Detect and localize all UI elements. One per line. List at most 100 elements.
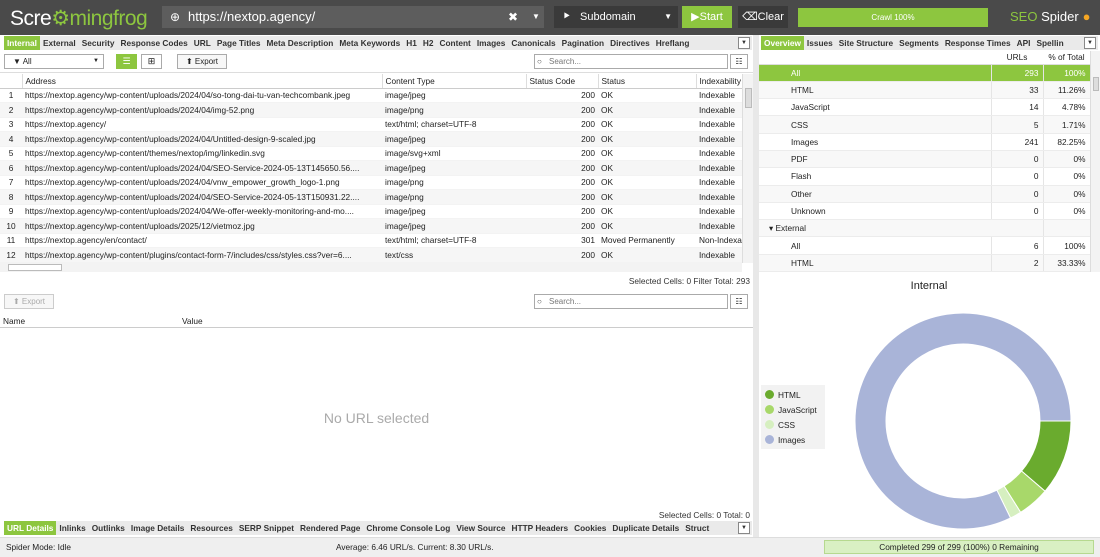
tab-struct[interactable]: Struct <box>682 521 712 535</box>
tab-meta-keywords[interactable]: Meta Keywords <box>336 36 403 50</box>
tab-response-times[interactable]: Response Times <box>942 36 1014 50</box>
tab-page-titles[interactable]: Page Titles <box>214 36 264 50</box>
tab-overview[interactable]: Overview <box>761 36 804 50</box>
more-tabs-icon[interactable]: ▼ <box>738 37 750 49</box>
tab-issues[interactable]: Issues <box>804 36 836 50</box>
horizontal-scrollbar[interactable] <box>0 263 742 272</box>
overview-row[interactable]: Flash 0 0% <box>759 167 1091 186</box>
tab-site-structure[interactable]: Site Structure <box>836 36 896 50</box>
table-row[interactable]: 10 https://nextop.agency/wp-content/uploa… <box>0 218 742 234</box>
url-input[interactable]: ⊕ https://nextop.agency/ ✖ <box>162 6 528 28</box>
tab-outlinks[interactable]: Outlinks <box>89 521 128 535</box>
crawl-speed: Average: 6.46 URL/s. Current: 8.30 URL/s… <box>336 542 494 552</box>
tab-serp-snippet[interactable]: SERP Snippet <box>236 521 297 535</box>
overview-row[interactable]: Unknown 0 0% <box>759 202 1091 221</box>
column-header[interactable] <box>0 74 23 89</box>
tab-segments[interactable]: Segments <box>896 36 942 50</box>
notification-icon[interactable]: ● <box>1083 9 1091 24</box>
tab-rendered-page[interactable]: Rendered Page <box>297 521 363 535</box>
tab-internal[interactable]: Internal <box>4 36 40 50</box>
table-row[interactable]: 8 https://nextop.agency/wp-content/upload… <box>0 189 742 205</box>
table-row[interactable]: 3 https://nextop.agency/text/html; charse… <box>0 117 742 132</box>
tab-image-details[interactable]: Image Details <box>128 521 188 535</box>
overview-row[interactable]: Other 0 0% <box>759 185 1091 203</box>
table-cell: 10 <box>0 218 22 234</box>
tab-spellin[interactable]: Spellin <box>1033 36 1066 50</box>
overview-row[interactable]: ▾ External <box>759 219 1091 238</box>
overview-label: HTML <box>759 254 992 273</box>
tab-url[interactable]: URL <box>191 36 214 50</box>
overview-row[interactable]: HTML 2 33.33% <box>759 254 1091 273</box>
tab-chrome-console-log[interactable]: Chrome Console Log <box>363 521 453 535</box>
overview-row[interactable]: PDF 0 0% <box>759 150 1091 169</box>
table-row[interactable]: 12 https://nextop.agency/wp-content/plugi… <box>0 247 742 263</box>
tab-url-details[interactable]: URL Details <box>4 521 57 535</box>
table-cell: image/svg+xml <box>382 146 526 161</box>
tab-content[interactable]: Content <box>436 36 473 50</box>
tab-external[interactable]: External <box>40 36 79 50</box>
table-row[interactable]: 4 https://nextop.agency/wp-content/upload… <box>0 131 742 147</box>
tab-h2[interactable]: H2 <box>420 36 437 50</box>
tab-directives[interactable]: Directives <box>607 36 653 50</box>
tab-resources[interactable]: Resources <box>187 521 235 535</box>
table-row[interactable]: 6 https://nextop.agency/wp-content/upload… <box>0 160 742 176</box>
table-cell: image/jpeg <box>382 131 526 147</box>
list-view-button[interactable]: ☰ <box>116 54 137 69</box>
chevron-down-icon: ▼ <box>93 58 99 64</box>
detail-table: Name Value No URL selected <box>0 314 753 509</box>
detail-search-input[interactable]: ○ Search... <box>534 294 728 309</box>
overview-row[interactable]: All 6 100% <box>759 236 1091 255</box>
overview-row[interactable]: Images 241 82.25% <box>759 133 1091 151</box>
tab-hreflang[interactable]: Hreflang <box>653 36 693 50</box>
scroll-thumb[interactable] <box>8 264 62 271</box>
tab-security[interactable]: Security <box>79 36 118 50</box>
crawl-mode-select[interactable]: ⯈ Subdomain ▼ <box>554 6 678 28</box>
tab-h1[interactable]: H1 <box>403 36 420 50</box>
tab-response-codes[interactable]: Response Codes <box>117 36 190 50</box>
url-history-dropdown[interactable]: ▼ <box>528 6 544 28</box>
detail-search-options-icon[interactable]: ☷ <box>730 294 748 309</box>
more-tabs-icon[interactable]: ▼ <box>1084 37 1096 49</box>
column-header[interactable]: Status Code <box>526 74 599 89</box>
start-button[interactable]: ▶Start <box>682 6 732 28</box>
overview-urls: 241 <box>991 133 1044 151</box>
more-tabs-icon[interactable]: ▼ <box>738 522 750 534</box>
table-cell: Indexable <box>696 131 742 147</box>
tab-images[interactable]: Images <box>474 36 509 50</box>
overview-row[interactable]: HTML 33 11.26% <box>759 81 1091 100</box>
tab-api[interactable]: API <box>1014 36 1034 50</box>
tab-view-source[interactable]: View Source <box>453 521 508 535</box>
tab-duplicate-details[interactable]: Duplicate Details <box>609 521 682 535</box>
detail-export-button[interactable]: ⬆ Export <box>4 294 54 309</box>
tab-meta-description[interactable]: Meta Description <box>264 36 337 50</box>
column-header[interactable]: Address <box>22 74 383 89</box>
table-row[interactable]: 7 https://nextop.agency/wp-content/upload… <box>0 175 742 190</box>
search-input[interactable]: ○ Search... <box>534 54 728 69</box>
tab-pagination[interactable]: Pagination <box>559 36 607 50</box>
clear-url-icon[interactable]: ✖ <box>502 6 524 28</box>
table-row[interactable]: 5 https://nextop.agency/wp-content/themes… <box>0 146 742 161</box>
vertical-scrollbar[interactable] <box>742 74 753 263</box>
overview-urls: 5 <box>991 115 1044 134</box>
clear-button[interactable]: ⌫Clear <box>738 6 788 28</box>
export-button[interactable]: ⬆ Export <box>177 54 227 69</box>
tab-inlinks[interactable]: Inlinks <box>56 521 88 535</box>
table-row[interactable]: 1 https://nextop.agency/wp-content/upload… <box>0 88 742 103</box>
search-options-icon[interactable]: ☷ <box>730 54 748 69</box>
table-row[interactable]: 9 https://nextop.agency/wp-content/upload… <box>0 204 742 219</box>
overview-scrollbar[interactable] <box>1090 51 1100 272</box>
table-row[interactable]: 2 https://nextop.agency/wp-content/upload… <box>0 102 742 118</box>
tab-canonicals[interactable]: Canonicals <box>508 36 558 50</box>
filter-dropdown[interactable]: ▼ All ▼ <box>4 54 104 69</box>
overview-row[interactable]: All 293 100% <box>759 64 1091 82</box>
column-header[interactable]: Content Type <box>382 74 527 89</box>
column-header[interactable]: Status <box>598 74 697 89</box>
overview-row[interactable]: CSS 5 1.71% <box>759 115 1091 134</box>
overview-row[interactable]: JavaScript 14 4.78% <box>759 98 1091 117</box>
tree-view-button[interactable]: ⊞ <box>141 54 162 69</box>
table-cell: 200 <box>526 88 598 103</box>
tab-cookies[interactable]: Cookies <box>571 521 609 535</box>
column-header[interactable]: Indexability <box>696 74 743 89</box>
tab-http-headers[interactable]: HTTP Headers <box>509 521 572 535</box>
table-row[interactable]: 11 https://nextop.agency/en/contact/text/… <box>0 233 742 248</box>
